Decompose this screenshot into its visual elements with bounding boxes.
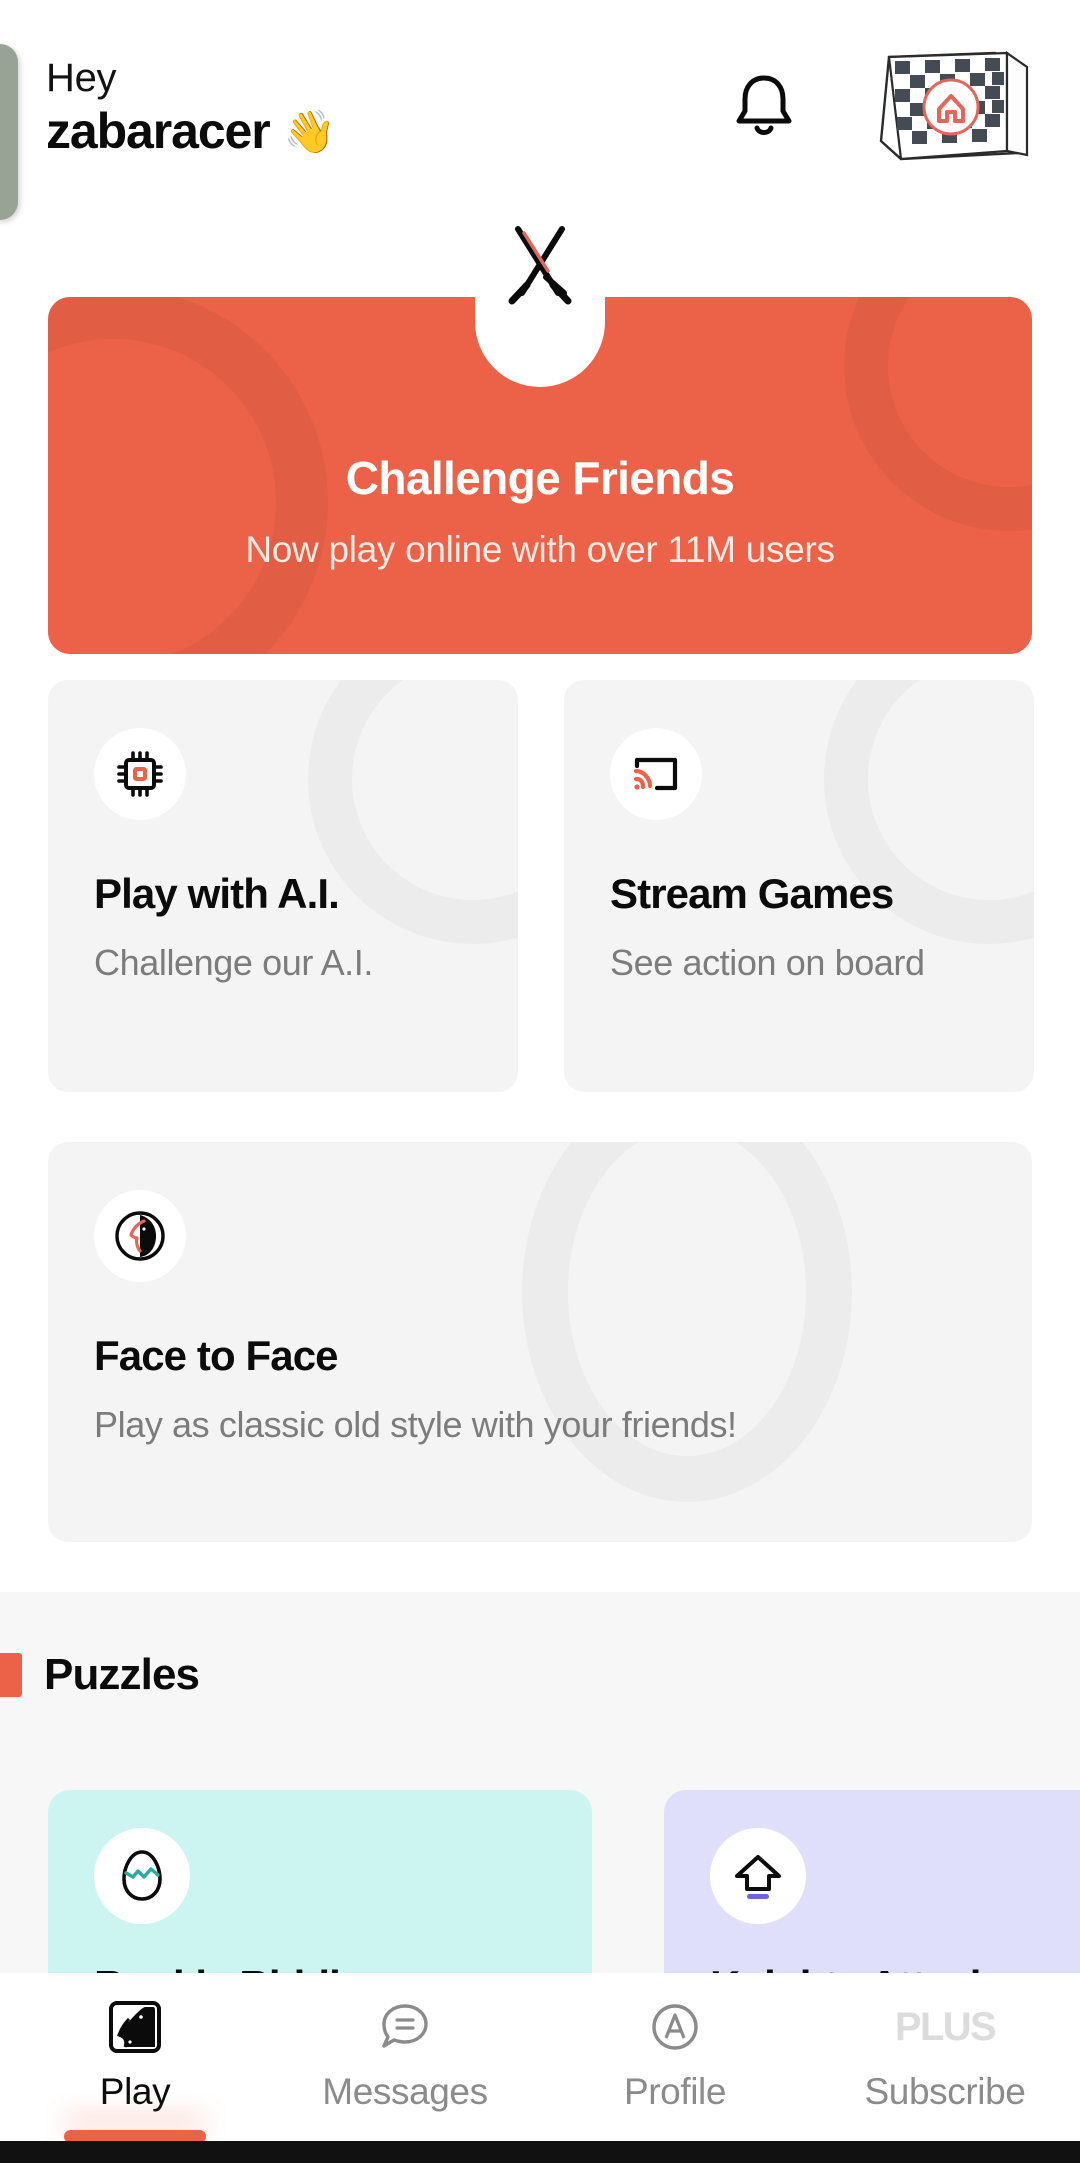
mode-title: Face to Face [94, 1332, 339, 1379]
mode-subtitle: See action on board [610, 942, 925, 983]
username-text: zabaracer [46, 103, 271, 160]
banner-text-block: Challenge Friends Now play online with o… [48, 451, 1032, 571]
card-deco-ring [522, 1142, 852, 1502]
system-home-bar [0, 2141, 1080, 2163]
nav-item-messages[interactable]: Messages [270, 1995, 540, 2113]
bell-icon [733, 71, 795, 144]
challenge-friends-banner[interactable]: Challenge Friends Now play online with o… [48, 205, 1032, 654]
banner-title: Challenge Friends [345, 452, 735, 504]
mode-title: Play with A.I. [94, 870, 340, 917]
knight-square-icon [105, 1995, 165, 2059]
nav-label: Subscribe [864, 2071, 1026, 2112]
stream-games-card[interactable]: Stream Games See action on board [564, 680, 1034, 1092]
waving-hand-icon: 👋 [283, 107, 336, 155]
nav-item-profile[interactable]: Profile [540, 1995, 810, 2113]
crossed-swords-icon [498, 221, 582, 322]
username-row: zabaracer 👋 [46, 104, 336, 159]
puzzles-header: Puzzles [0, 1592, 1080, 1700]
app-screen: Hey zabaracer 👋 Challenge Friends Now pl… [0, 0, 1080, 2163]
nav-item-subscribe[interactable]: PLUS Subscribe [810, 1995, 1080, 2113]
nav-label: Messages [322, 2071, 488, 2112]
greeting-block: Hey zabaracer 👋 [46, 56, 336, 160]
knight-face-icon [94, 1190, 186, 1282]
app-header: Hey zabaracer 👋 [0, 0, 1080, 215]
chat-bubble-icon [376, 1995, 434, 2059]
chessboard-home-icon [867, 41, 1035, 174]
plus-wordmark-text: PLUS [894, 2005, 997, 2049]
avatar-circle-a-icon [647, 1995, 703, 2059]
section-bullet-icon [0, 1653, 22, 1697]
banner-subtitle: Now play online with over 11M users [245, 529, 835, 570]
bottom-navigation: Play Messages Profile PLUS Subscribe [0, 1973, 1080, 2143]
mode-subtitle: Challenge our A.I. [94, 942, 373, 983]
mode-subtitle: Play as classic old style with your frie… [94, 1404, 737, 1445]
nav-label: Play [99, 2071, 171, 2112]
notifications-button[interactable] [722, 66, 806, 150]
plus-wordmark-icon: PLUS [894, 1995, 997, 2059]
banner-icon-notch [475, 205, 605, 387]
board-home-button[interactable] [866, 43, 1036, 173]
nav-label: Profile [623, 2071, 727, 2112]
nav-item-play[interactable]: Play [0, 1995, 270, 2143]
cracked-egg-icon [94, 1828, 190, 1924]
screen-cast-icon [610, 728, 702, 820]
face-to-face-card[interactable]: Face to Face Play as classic old style w… [48, 1142, 1032, 1542]
cpu-chip-icon [94, 728, 186, 820]
play-with-ai-card[interactable]: Play with A.I. Challenge our A.I. [48, 680, 518, 1092]
mode-title: Stream Games [610, 870, 894, 917]
face-to-face-card-wrap: Face to Face Play as classic old style w… [48, 1142, 1032, 1542]
puzzles-section-title: Puzzles [44, 1650, 200, 1699]
greeting-text: Hey [46, 55, 117, 100]
up-arrow-icon [710, 1828, 806, 1924]
puzzles-section: Puzzles Rookie Riddles [0, 1592, 1080, 2040]
game-modes-row: Play with A.I. Challenge our A.I. Stream… [48, 680, 1080, 1092]
